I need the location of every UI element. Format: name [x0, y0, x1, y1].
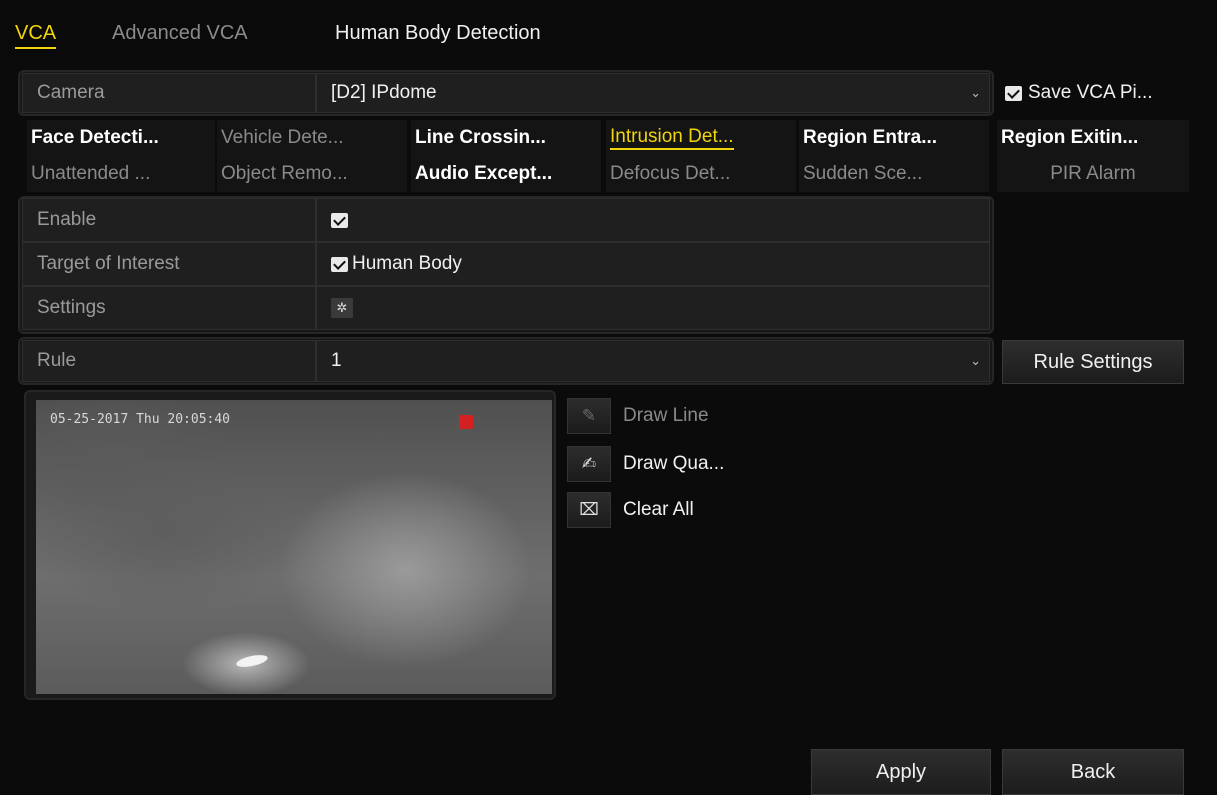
save-vca-picture-label: Save VCA Pi... [1028, 82, 1153, 103]
camera-select-value: [D2] IPdome [331, 82, 437, 103]
enable-checkbox-cell [316, 198, 990, 242]
pencil-icon: ✎ [567, 398, 611, 434]
tab-advanced-vca[interactable]: Advanced VCA [112, 22, 248, 45]
draw-line-button[interactable]: ✎ Draw Line [567, 398, 709, 434]
camera-select[interactable]: [D2] IPdome ⌄ [316, 73, 990, 113]
clear-icon: ⌧ [567, 492, 611, 528]
target-of-interest-cell: Human Body [316, 242, 990, 286]
event-tab-line-crossing[interactable]: Line Crossin... [411, 120, 601, 156]
event-tab-label: Audio Except... [415, 163, 553, 184]
save-vca-picture-checkbox[interactable]: Save VCA Pi... [1005, 82, 1153, 104]
event-tab-label: Face Detecti... [31, 127, 159, 148]
event-tab-label: Region Exitin... [1001, 127, 1139, 148]
event-tab-vehicle-detection[interactable]: Vehicle Dete... [217, 120, 407, 156]
enable-checkbox[interactable] [331, 212, 348, 228]
event-tab-sudden-scene-change[interactable]: Sudden Sce... [799, 156, 989, 192]
chevron-down-icon: ⌄ [970, 85, 981, 100]
event-tab-label: Vehicle Dete... [221, 127, 344, 148]
human-body-checkbox[interactable] [331, 256, 348, 272]
settings-cell: ✲ [316, 286, 990, 330]
enable-label: Enable [22, 198, 316, 242]
apply-button[interactable]: Apply [811, 749, 991, 795]
event-tab-label: Unattended ... [31, 163, 151, 184]
gear-icon[interactable]: ✲ [331, 298, 353, 318]
chevron-down-icon: ⌄ [970, 353, 981, 368]
event-tab-face-detection[interactable]: Face Detecti... [27, 120, 215, 156]
draw-quadrilateral-button[interactable]: ✍ Draw Qua... [567, 446, 724, 482]
target-of-interest-label: Target of Interest [22, 242, 316, 286]
clear-all-button[interactable]: ⌧ Clear All [567, 492, 694, 528]
event-tab-label: Line Crossin... [415, 127, 546, 148]
tab-human-body-detection[interactable]: Human Body Detection [335, 22, 541, 45]
draw-line-label: Draw Line [623, 405, 709, 426]
settings-label: Settings [22, 286, 316, 330]
light-reflection [235, 652, 269, 670]
rule-label: Rule [22, 340, 316, 382]
event-tab-pir-alarm[interactable]: PIR Alarm [997, 156, 1189, 192]
event-tab-region-entrance[interactable]: Region Entra... [799, 120, 989, 156]
event-tab-intrusion-detection[interactable]: Intrusion Det... [606, 120, 796, 156]
clear-all-label: Clear All [623, 499, 694, 520]
event-tab-label: Sudden Sce... [803, 163, 923, 184]
back-button[interactable]: Back [1002, 749, 1184, 795]
event-tab-label: Intrusion Det... [610, 126, 734, 150]
event-tab-region-exiting[interactable]: Region Exitin... [997, 120, 1189, 156]
event-tab-unattended-baggage[interactable]: Unattended ... [27, 156, 215, 192]
osd-datetime: 05-25-2017 Thu 20:05:40 [50, 412, 231, 427]
event-tab-label: Region Entra... [803, 127, 938, 148]
rule-select-value: 1 [331, 350, 342, 371]
draw-quadrilateral-label: Draw Qua... [623, 453, 725, 474]
human-body-label: Human Body [352, 253, 462, 274]
camera-label: Camera [22, 73, 316, 113]
top-tab-bar: VCA Advanced VCA Human Body Detection [0, 0, 1217, 58]
rule-settings-button[interactable]: Rule Settings [1002, 340, 1184, 384]
record-indicator-icon [459, 415, 473, 429]
camera-preview[interactable]: 05-25-2017 Thu 20:05:40 [36, 400, 552, 694]
edit-box-icon: ✍ [567, 446, 611, 482]
checkbox-checked-icon [1005, 85, 1022, 101]
tab-vca[interactable]: VCA [15, 22, 57, 49]
event-tab-audio-exception[interactable]: Audio Except... [411, 156, 601, 192]
event-tab-label: Object Remo... [221, 163, 348, 184]
event-tab-object-removal[interactable]: Object Remo... [217, 156, 407, 192]
event-tab-label: PIR Alarm [1050, 163, 1136, 184]
rule-select[interactable]: 1 ⌄ [316, 340, 990, 382]
event-tab-defocus-detection[interactable]: Defocus Det... [606, 156, 796, 192]
event-tab-label: Defocus Det... [610, 163, 731, 184]
